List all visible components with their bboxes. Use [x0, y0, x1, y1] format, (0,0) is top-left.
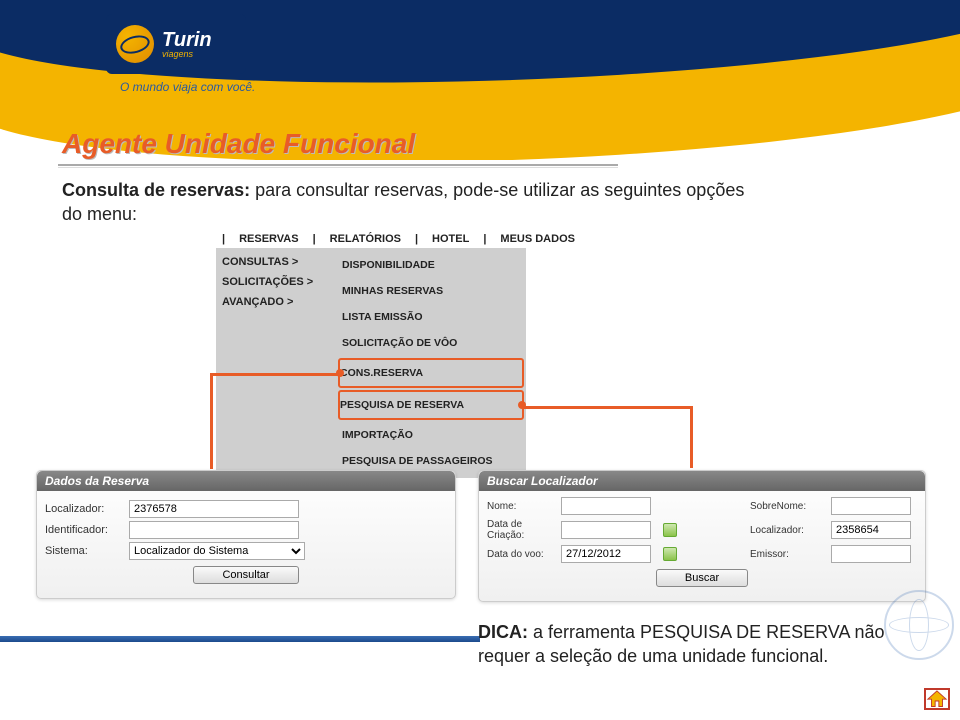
- select-sistema[interactable]: Localizador do Sistema: [129, 542, 305, 560]
- calendar-icon[interactable]: [663, 523, 677, 537]
- menu-cons-reserva: CONS.RESERVA: [340, 367, 423, 379]
- buscar-button[interactable]: Buscar: [656, 569, 748, 587]
- brand-name: Turin: [162, 30, 212, 50]
- menu-left-col: CONSULTAS > SOLICITAÇÕES > AVANÇADO >: [216, 248, 336, 478]
- consultar-button[interactable]: Consultar: [193, 566, 298, 584]
- menu-top-hotel[interactable]: HOTEL: [432, 233, 469, 245]
- menu-screenshot: | RESERVAS| RELATÓRIOS| HOTEL| MEUS DADO…: [216, 230, 646, 478]
- menu-solicitacao-voo[interactable]: SOLICITAÇÃO DE VÔO: [342, 330, 520, 356]
- intro-bold: Consulta de reservas:: [62, 180, 250, 200]
- brand-logo: Turin viagens: [106, 14, 246, 74]
- menu-top-reservas[interactable]: RESERVAS: [239, 233, 299, 245]
- label-data-voo: Data do voo:: [487, 549, 555, 560]
- dica-rest: a ferramenta PESQUISA DE RESERVA não req…: [478, 622, 885, 666]
- connector-line: [210, 373, 213, 469]
- dica-bold: DICA:: [478, 622, 528, 642]
- menu-lista-emissao[interactable]: LISTA EMISSÃO: [342, 304, 520, 330]
- menu-importacao[interactable]: IMPORTAÇÃO: [342, 422, 520, 448]
- menu-pesquisa-reserva: PESQUISA DE RESERVA: [340, 399, 464, 411]
- label-data-criacao: Data de Criação:: [487, 519, 555, 541]
- connector-line: [523, 406, 693, 409]
- calendar-icon[interactable]: [663, 547, 677, 561]
- input-data-criacao[interactable]: [561, 521, 651, 539]
- label-localizador: Localizador:: [45, 503, 125, 515]
- menu-disponibilidade[interactable]: DISPONIBILIDADE: [342, 252, 520, 278]
- menu-right-col: DISPONIBILIDADE MINHAS RESERVAS LISTA EM…: [336, 248, 526, 478]
- label-sobrenome: SobreNome:: [750, 501, 825, 512]
- input-emissor[interactable]: [831, 545, 911, 563]
- title-underline: [58, 164, 618, 168]
- dados-panel-title: Dados da Reserva: [37, 471, 455, 491]
- buscar-localizador-panel: Buscar Localizador Nome: SobreNome: Data…: [478, 470, 926, 602]
- input-sobrenome[interactable]: [831, 497, 911, 515]
- input-data-voo[interactable]: [561, 545, 651, 563]
- menu-top-bar: | RESERVAS| RELATÓRIOS| HOTEL| MEUS DADO…: [216, 230, 646, 248]
- page-title: Agente Unidade Funcional: [62, 128, 415, 160]
- decorative-footer-line: [0, 636, 480, 642]
- brand-sub: viagens: [162, 50, 212, 59]
- input-localizador[interactable]: [129, 500, 299, 518]
- label-identificador: Identificador:: [45, 524, 125, 536]
- intro-text: Consulta de reservas: para consultar res…: [62, 178, 762, 227]
- connector-line: [690, 406, 693, 468]
- menu-cons-reserva-hl[interactable]: CONS.RESERVA: [338, 358, 524, 388]
- menu-consultas[interactable]: CONSULTAS >: [222, 252, 330, 272]
- label-localizador2: Localizador:: [750, 525, 825, 536]
- menu-minhas-reservas[interactable]: MINHAS RESERVAS: [342, 278, 520, 304]
- input-nome[interactable]: [561, 497, 651, 515]
- menu-solicitacoes[interactable]: SOLICITAÇÕES >: [222, 272, 330, 292]
- connector-line: [210, 373, 340, 376]
- buscar-panel-title: Buscar Localizador: [479, 471, 925, 491]
- label-sistema: Sistema:: [45, 545, 125, 557]
- label-nome: Nome:: [487, 501, 555, 512]
- dados-reserva-panel: Dados da Reserva Localizador: Identifica…: [36, 470, 456, 599]
- menu-pesquisa-reserva-hl[interactable]: PESQUISA DE RESERVA: [338, 390, 524, 420]
- dica-text: DICA: a ferramenta PESQUISA DE RESERVA n…: [478, 620, 926, 669]
- menu-top-meus-dados[interactable]: MEUS DADOS: [500, 233, 575, 245]
- home-icon: [926, 690, 948, 708]
- label-emissor: Emissor:: [750, 549, 825, 560]
- home-button[interactable]: [924, 688, 950, 710]
- menu-top-relatorios[interactable]: RELATÓRIOS: [330, 233, 401, 245]
- menu-avancado[interactable]: AVANÇADO >: [222, 292, 330, 312]
- input-buscar-localizador[interactable]: [831, 521, 911, 539]
- globe-icon: [116, 25, 154, 63]
- input-identificador[interactable]: [129, 521, 299, 539]
- brand-tagline: O mundo viaja com você.: [120, 80, 255, 94]
